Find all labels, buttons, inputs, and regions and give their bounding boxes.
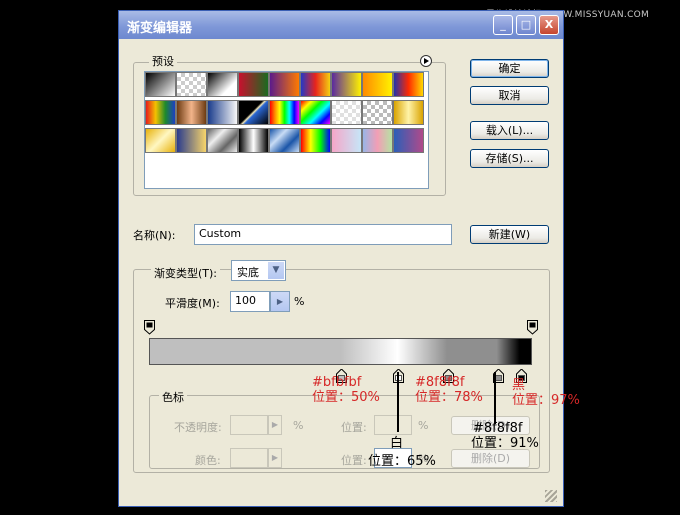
- color-label: 颜色:: [195, 454, 221, 467]
- preset-swatch[interactable]: [145, 72, 176, 97]
- presets-label: 预设: [149, 53, 177, 69]
- chevron-down-icon[interactable]: ▼: [268, 262, 284, 279]
- color-arrow-icon[interactable]: ▶: [268, 448, 282, 468]
- play-arrow-icon: [424, 58, 429, 64]
- preset-grid: ▲ ▼: [144, 71, 429, 189]
- preset-swatch[interactable]: [176, 128, 207, 153]
- preset-swatch[interactable]: [393, 72, 424, 97]
- preset-swatch[interactable]: [238, 128, 269, 153]
- annotation-pos-50: 位置：50%: [312, 390, 380, 405]
- preset-swatch[interactable]: [300, 72, 331, 97]
- delete-color-button[interactable]: 删除(D): [451, 449, 530, 468]
- preset-swatch[interactable]: [300, 128, 331, 153]
- color-location-label: 位置:: [341, 454, 367, 467]
- opacity-label: 不透明度:: [174, 421, 222, 434]
- gradient-type-select[interactable]: 实底 ▼: [231, 260, 286, 281]
- smoothness-arrow-icon[interactable]: ▶: [270, 291, 290, 312]
- opacity-input[interactable]: [230, 415, 268, 435]
- preset-swatch[interactable]: [269, 128, 300, 153]
- annotation-pos-91: 位置：91%: [471, 436, 539, 451]
- color-swatch[interactable]: [230, 448, 268, 468]
- title-bar[interactable]: 渐变编辑器 _ □ X: [119, 11, 563, 39]
- annotation-pos-78: 位置：78%: [415, 390, 483, 405]
- opacity-location-percent: %: [418, 419, 429, 432]
- minimize-button[interactable]: _: [493, 15, 513, 35]
- opacity-stop-icon[interactable]: [527, 320, 538, 335]
- save-button[interactable]: 存储(S)...: [470, 149, 549, 168]
- preset-swatch[interactable]: [393, 100, 424, 125]
- ok-button[interactable]: 确定: [470, 59, 549, 78]
- annotation-bfbfbf: #bfbfbf: [312, 375, 362, 390]
- cancel-button[interactable]: 取消: [470, 86, 549, 105]
- opacity-stops: [144, 320, 538, 336]
- preset-swatch[interactable]: [269, 100, 300, 125]
- preset-swatch[interactable]: [238, 72, 269, 97]
- preset-swatch[interactable]: [176, 72, 207, 97]
- name-input[interactable]: Custom: [194, 224, 452, 245]
- window-title: 渐变编辑器: [127, 21, 193, 36]
- opacity-arrow-icon[interactable]: ▶: [268, 415, 282, 435]
- load-button[interactable]: 载入(L)...: [470, 121, 549, 140]
- preset-swatch[interactable]: [207, 128, 238, 153]
- opacity-location-input[interactable]: [374, 415, 412, 435]
- opacity-location-label: 位置:: [341, 421, 367, 434]
- preset-swatch[interactable]: [331, 128, 362, 153]
- color-stops-label: 色标: [159, 389, 187, 405]
- gradient-type-value: 实底: [237, 266, 259, 279]
- annotation-line-91: [494, 372, 496, 424]
- opacity-percent: %: [293, 419, 304, 432]
- smoothness-label: 平滑度(M):: [165, 297, 220, 310]
- preset-swatch[interactable]: [393, 128, 424, 153]
- gradient-type-label: 渐变类型(T):: [151, 265, 221, 281]
- preset-swatch[interactable]: [331, 72, 362, 97]
- preset-swatch[interactable]: [207, 100, 238, 125]
- preset-swatch[interactable]: [176, 100, 207, 125]
- right-arrow-circle-icon[interactable]: [420, 55, 432, 67]
- annotation-line-white: [397, 372, 399, 432]
- preset-swatch[interactable]: [238, 100, 269, 125]
- preset-swatch[interactable]: [331, 100, 362, 125]
- opacity-stop-icon[interactable]: [144, 320, 155, 335]
- annotation-pos-97: 位置：97%: [512, 393, 580, 408]
- gradient-preview-bar[interactable]: [149, 338, 532, 365]
- preset-swatch[interactable]: [362, 128, 393, 153]
- preset-swatch[interactable]: [207, 72, 238, 97]
- preset-swatch[interactable]: [300, 100, 331, 125]
- annotation-black: 黑: [512, 378, 526, 393]
- resize-grip-icon[interactable]: [545, 490, 557, 502]
- preset-swatches: [145, 72, 428, 188]
- annotation-pos-65: 位置：65%: [368, 454, 436, 469]
- preset-swatch[interactable]: [145, 128, 176, 153]
- preset-swatch[interactable]: [145, 100, 176, 125]
- smoothness-unit: %: [294, 295, 305, 308]
- annotation-8f8f8f-black: #8f8f8f: [473, 421, 523, 436]
- preset-swatch[interactable]: [269, 72, 300, 97]
- smoothness-input[interactable]: 100: [230, 291, 270, 312]
- maximize-button[interactable]: □: [516, 15, 536, 35]
- close-button[interactable]: X: [539, 15, 559, 35]
- new-button[interactable]: 新建(W): [470, 225, 549, 244]
- name-label: 名称(N):: [133, 229, 176, 242]
- preset-swatch[interactable]: [362, 72, 393, 97]
- annotation-white: 白: [390, 436, 404, 451]
- preset-swatch[interactable]: [362, 100, 393, 125]
- annotation-8f8f8f-red: #8f8f8f: [415, 375, 465, 390]
